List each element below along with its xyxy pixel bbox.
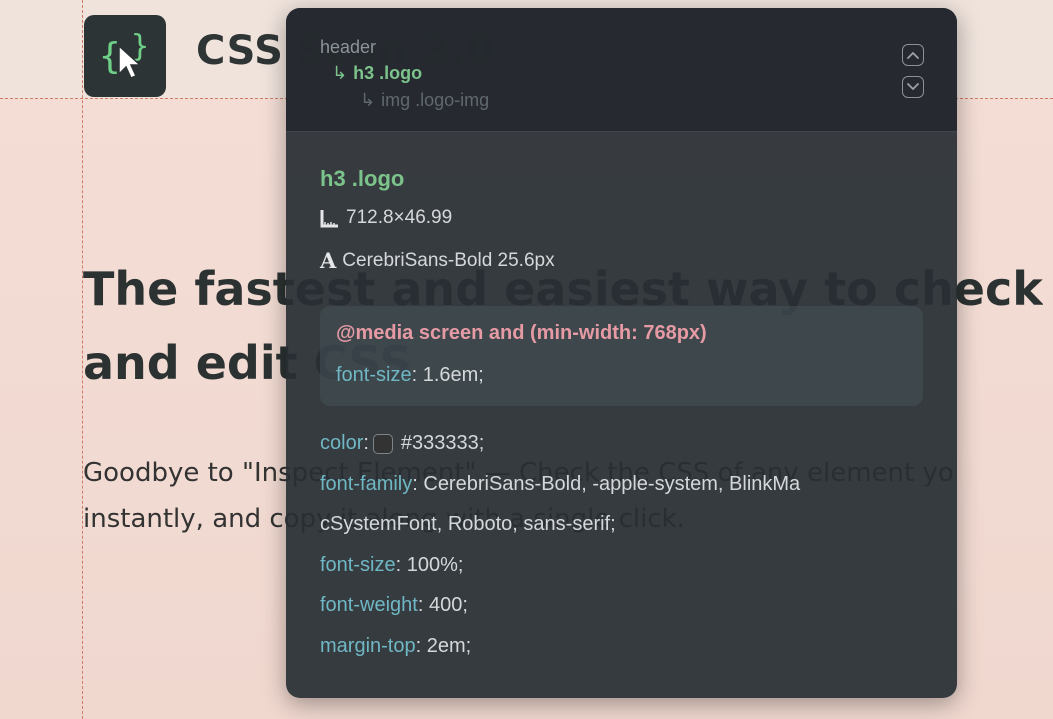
declaration-font-family: font-family: CerebriSans-Bold, -apple-sy… <box>320 473 801 495</box>
chevron-down-icon <box>907 83 919 91</box>
css-property: font-family <box>320 473 413 495</box>
css-property: margin-top <box>320 635 416 657</box>
media-query: @media screen and (min-width: 768px) <box>336 322 707 344</box>
font-value: CerebriSans-Bold 25.6px <box>342 249 555 271</box>
select-parent-button[interactable] <box>902 44 924 66</box>
breadcrumb-current[interactable]: ↳ h3 .logo <box>332 63 422 84</box>
css-value: 400; <box>423 594 468 616</box>
css-property: font-size <box>320 554 396 576</box>
css-inspector-panel[interactable]: header ↳ h3 .logo ↳ img .logo-img h3 .logo… <box>286 8 957 698</box>
breadcrumb-arrow: ↳ <box>332 63 348 83</box>
ruler-icon <box>320 208 340 228</box>
element-dimensions: 712.8×46.99 <box>320 207 452 229</box>
selected-element-name: h3 .logo <box>320 166 405 191</box>
media-query-block: @media screen and (min-width: 768px) fon… <box>320 306 923 406</box>
css-value: 2em; <box>421 635 472 657</box>
logo-image: { } <box>84 15 166 97</box>
declaration-color: color: #333333; <box>320 432 485 454</box>
element-font: A CerebriSans-Bold 25.6px <box>320 248 555 273</box>
breadcrumb-current-label: h3 .logo <box>353 63 423 83</box>
element-breadcrumb: header ↳ h3 .logo ↳ img .logo-img <box>286 8 957 132</box>
css-value: #333333; <box>400 432 485 454</box>
declaration-font-weight: font-weight: 400; <box>320 594 468 616</box>
media-declaration: font-size: 1.6em; <box>336 364 484 386</box>
css-property: font-size <box>336 364 412 386</box>
declaration-font-family-continued: cSystemFont, Roboto, sans-serif; <box>320 513 616 535</box>
font-icon: A <box>320 248 337 273</box>
color-swatch[interactable] <box>372 433 393 454</box>
css-value: CerebriSans-Bold, -apple-system, BlinkMa <box>417 473 801 495</box>
css-value: 100%; <box>401 554 464 576</box>
svg-text:{: { <box>99 36 121 77</box>
logo-braces-cursor-icon: { } <box>99 29 149 79</box>
chevron-up-icon <box>907 51 919 59</box>
breadcrumb-parent[interactable]: header <box>320 37 376 58</box>
select-child-button[interactable] <box>902 76 924 98</box>
css-property: font-weight <box>320 594 418 616</box>
breadcrumb-child-label: img .logo-img <box>381 90 490 110</box>
css-property: color <box>320 432 364 454</box>
css-value: 1.6em; <box>417 364 484 386</box>
declaration-font-size: font-size: 100%; <box>320 554 464 576</box>
declaration-margin-top: margin-top: 2em; <box>320 635 472 657</box>
breadcrumb-child[interactable]: ↳ img .logo-img <box>360 90 489 111</box>
dimensions-value: 712.8×46.99 <box>346 207 453 228</box>
breadcrumb-arrow: ↳ <box>360 90 376 110</box>
